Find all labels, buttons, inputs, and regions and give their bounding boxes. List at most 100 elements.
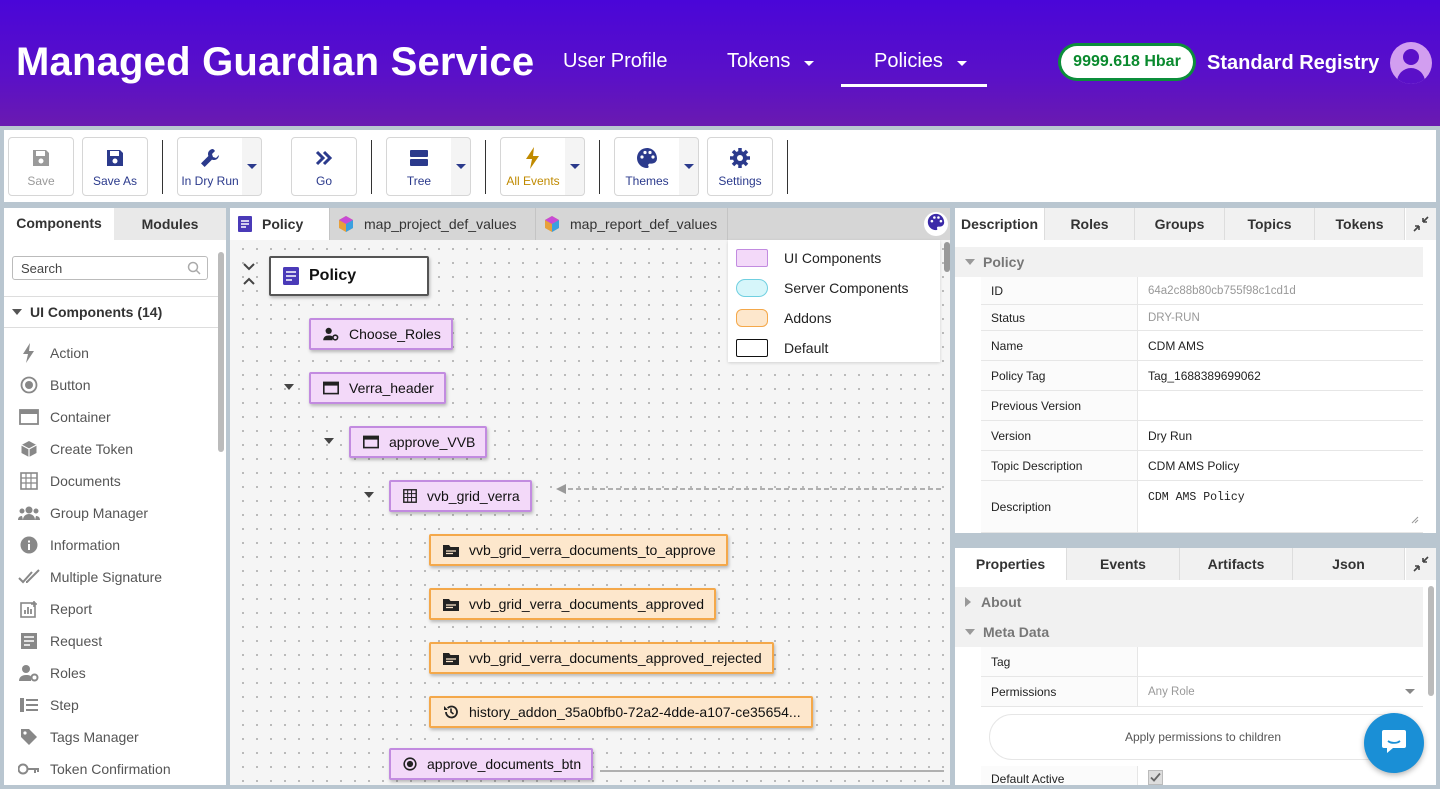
canvas-scrollbar[interactable]: [944, 242, 950, 272]
tab-topics[interactable]: Topics: [1225, 208, 1315, 240]
nav-user-profile[interactable]: User Profile: [563, 50, 667, 73]
component-roles[interactable]: Roles: [18, 657, 86, 689]
left-scrollbar[interactable]: [218, 252, 224, 452]
tree-node-history-addon[interactable]: history_addon_35a0bfb0-72a2-4dde-a107-ce…: [429, 696, 813, 728]
legend-label: Server Components: [784, 280, 909, 296]
version-field[interactable]: Dry Run: [1137, 421, 1423, 450]
component-group-manager[interactable]: Group Manager: [18, 497, 148, 529]
topic-description-field[interactable]: CDM AMS Policy: [1137, 451, 1423, 480]
description-textarea[interactable]: CDM AMS Policy: [1137, 481, 1423, 532]
properties-scrollbar[interactable]: [1428, 586, 1434, 696]
nav-policies[interactable]: Policies: [874, 50, 967, 73]
apply-permissions-button[interactable]: Apply permissions to children: [989, 714, 1417, 760]
themes-button[interactable]: Themes: [614, 137, 680, 196]
tab-events[interactable]: Events: [1067, 548, 1180, 580]
avatar-icon[interactable]: [1390, 42, 1432, 84]
policy-tag-field[interactable]: Tag_1688389699062: [1137, 361, 1423, 390]
policy-tree-canvas[interactable]: Policy map_project_def_values map_report…: [230, 208, 950, 785]
status-value[interactable]: DRY-RUN: [1137, 305, 1423, 330]
tree-node-vvb-grid-verra[interactable]: vvb_grid_verra: [389, 480, 532, 512]
tree-node-approve-documents-btn[interactable]: approve_documents_btn: [389, 748, 594, 780]
chevron-down-icon: [956, 60, 967, 66]
tree-node-docs-approved[interactable]: vvb_grid_verra_documents_approved: [429, 588, 717, 620]
themes-dropdown[interactable]: [679, 137, 699, 196]
component-token-confirmation[interactable]: Token Confirmation: [18, 753, 171, 785]
component-information[interactable]: Information: [18, 529, 120, 561]
history-icon: [443, 704, 459, 720]
dry-run-dropdown[interactable]: [242, 137, 262, 196]
component-request[interactable]: Request: [18, 625, 102, 657]
component-action[interactable]: Action: [18, 337, 89, 369]
chat-button[interactable]: [1364, 713, 1424, 773]
collapse-icon[interactable]: [364, 492, 374, 498]
tree-button[interactable]: Tree: [386, 137, 452, 196]
policy-toolbar: Save Save As In Dry Run Go Tree All Even…: [4, 130, 1436, 202]
collapse-icon[interactable]: [324, 438, 334, 444]
tab-groups[interactable]: Groups: [1135, 208, 1225, 240]
tab-tokens[interactable]: Tokens: [1315, 208, 1405, 240]
search-input[interactable]: Search: [12, 256, 208, 280]
dry-run-button[interactable]: In Dry Run: [177, 137, 243, 196]
component-multiple-signature[interactable]: Multiple Signature: [18, 561, 162, 593]
meta-data-section-header[interactable]: Meta Data: [955, 617, 1423, 647]
folder-icon: [443, 544, 459, 557]
balance-value: 9999.618 Hbar: [1061, 46, 1193, 78]
component-create-token[interactable]: Create Token: [18, 433, 133, 465]
name-field[interactable]: CDM AMS: [1137, 331, 1423, 360]
top-header: Managed Guardian Service User Profile To…: [0, 0, 1440, 126]
save-as-button[interactable]: Save As: [82, 137, 148, 196]
tree-label: Tree: [406, 173, 432, 188]
tab-description[interactable]: Description: [955, 208, 1045, 240]
gear-icon: [729, 146, 751, 170]
ui-components-section[interactable]: UI Components (14): [4, 296, 218, 328]
component-tags-manager[interactable]: Tags Manager: [18, 721, 139, 753]
component-button[interactable]: Button: [18, 369, 90, 401]
save-button[interactable]: Save: [8, 137, 74, 196]
component-report[interactable]: Report: [18, 593, 92, 625]
tab-roles[interactable]: Roles: [1045, 208, 1135, 240]
tree-node-approve-vvb[interactable]: approve_VVB: [349, 426, 488, 458]
tree-node-verra-header[interactable]: Verra_header: [309, 372, 446, 404]
all-events-dropdown[interactable]: [565, 137, 585, 196]
tree-node-choose-roles[interactable]: Choose_Roles: [309, 318, 453, 350]
collapse-all-icon[interactable]: [242, 262, 256, 291]
collapse-icon[interactable]: [284, 384, 294, 390]
nav-tokens[interactable]: Tokens: [727, 50, 815, 73]
previous-version-field[interactable]: [1137, 391, 1423, 420]
tree-node-docs-approved-rejected[interactable]: vvb_grid_verra_documents_approved_reject…: [429, 642, 774, 674]
collapse-panel-icon[interactable]: [1406, 548, 1436, 580]
grid-table-icon: [403, 489, 417, 503]
chevron-down-icon: [246, 164, 257, 169]
tab-modules[interactable]: Modules: [114, 208, 226, 240]
tab-components[interactable]: Components: [4, 208, 114, 240]
all-events-button[interactable]: All Events: [500, 137, 566, 196]
tab-properties[interactable]: Properties: [955, 548, 1067, 580]
tag-icon: [18, 726, 40, 748]
id-value[interactable]: 64a2c88b80cb755f98c1cd1d: [1137, 277, 1423, 304]
info-icon: [18, 534, 40, 556]
policy-section-header[interactable]: Policy: [955, 247, 1423, 277]
tab-json[interactable]: Json: [1293, 548, 1405, 580]
component-step[interactable]: Step: [18, 689, 79, 721]
tree-node-policy[interactable]: Policy: [269, 256, 429, 296]
component-container[interactable]: Container: [18, 401, 111, 433]
collapse-panel-icon[interactable]: [1406, 208, 1436, 240]
default-active-checkbox[interactable]: [1148, 770, 1163, 785]
section-label: Meta Data: [983, 624, 1050, 640]
row-label: Description: [981, 481, 1137, 532]
caret-down-icon: [965, 259, 975, 265]
tree-node-docs-to-approve[interactable]: vvb_grid_verra_documents_to_approve: [429, 534, 728, 566]
permissions-select[interactable]: Any Role: [1137, 677, 1423, 706]
tag-field[interactable]: [1137, 647, 1423, 676]
resize-handle-icon[interactable]: [1411, 515, 1419, 528]
row-label: Name: [981, 331, 1137, 360]
component-documents[interactable]: Documents: [18, 465, 121, 497]
document-icon: [283, 267, 299, 285]
tab-artifacts[interactable]: Artifacts: [1180, 548, 1293, 580]
component-label: Documents: [50, 473, 121, 489]
settings-button[interactable]: Settings: [707, 137, 773, 196]
about-section-header[interactable]: About: [955, 587, 1423, 617]
tree-dropdown[interactable]: [451, 137, 471, 196]
go-button[interactable]: Go: [291, 137, 357, 196]
chat-bubble-icon: [1380, 727, 1408, 760]
